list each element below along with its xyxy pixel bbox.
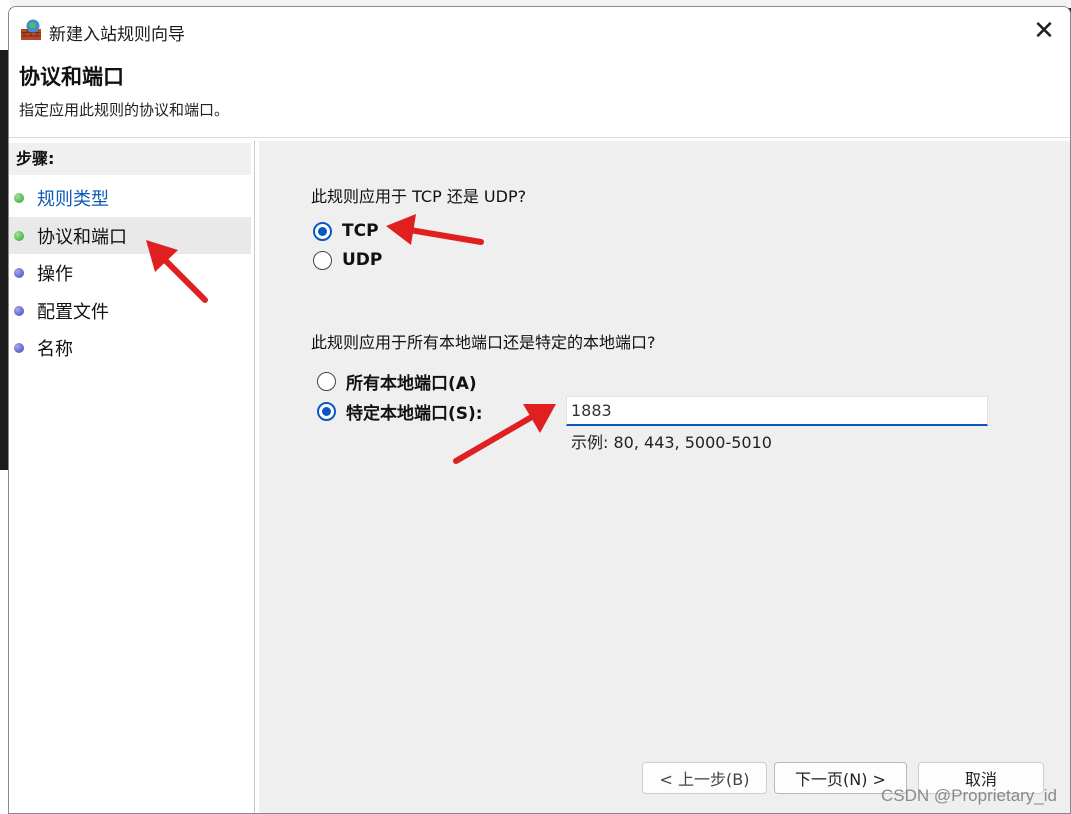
watermark: CSDN @Proprietary_id <box>881 786 1057 805</box>
arrow-to-port <box>453 404 556 464</box>
arrow-to-tcp <box>386 214 484 245</box>
arrow-to-step <box>146 240 208 303</box>
annotation-arrows <box>146 214 556 464</box>
